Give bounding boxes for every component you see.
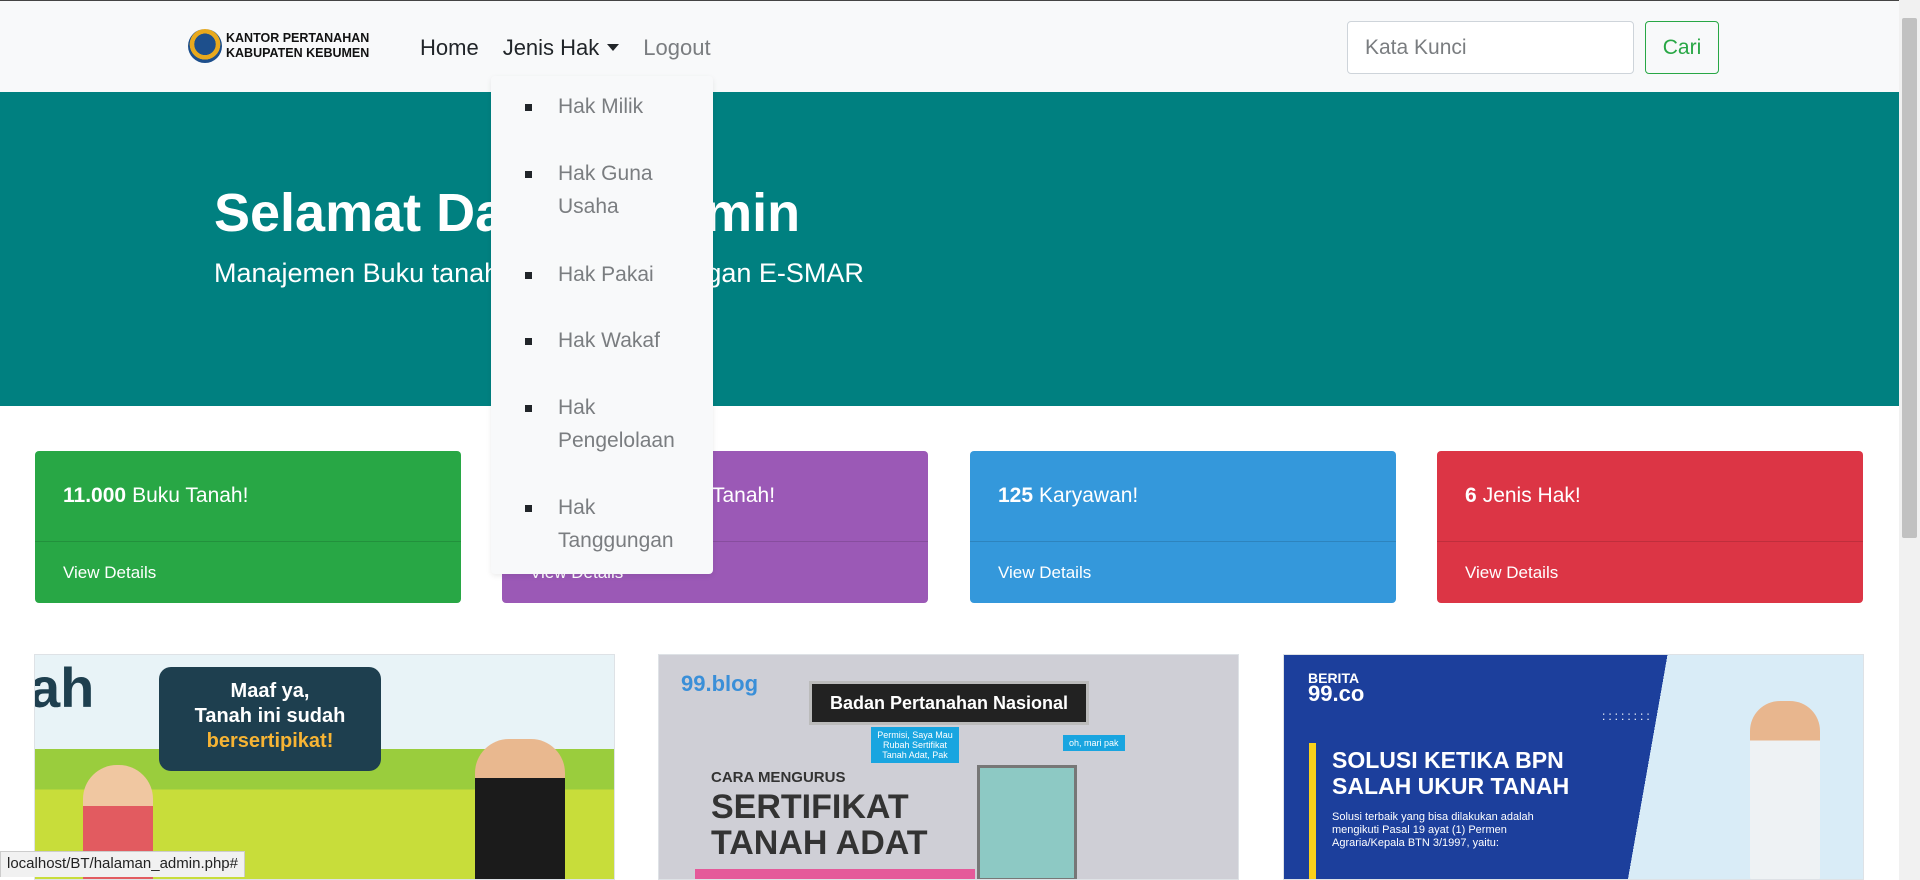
card-body: 6 Jenis Hak! [1437, 451, 1863, 542]
nav-home[interactable]: Home [420, 35, 479, 61]
image-partial-text: ah [34, 656, 95, 719]
image-headline: SOLUSI KETIKA BPN SALAH UKUR TANAH [1332, 747, 1569, 799]
card-label: Buku Tanah! [132, 484, 249, 507]
brand-logo[interactable]: KANTOR PERTANAHAN KABUPATEN KEBUMEN [188, 29, 369, 63]
card-label: Jenis Hak! [1482, 484, 1581, 507]
card-jenis-hak: 6 Jenis Hak! View Details [1437, 451, 1863, 603]
dropdown-item-hak-guna-usaha[interactable]: Hak Guna Usaha [525, 157, 695, 223]
view-details-link[interactable]: View Details [35, 542, 461, 603]
news-image-tanah-adat[interactable]: 99.blog Badan Pertanahan Nasional Permis… [658, 654, 1239, 880]
brand-line-2: KABUPATEN KEBUMEN [226, 46, 370, 60]
dropdown-item-label: Hak Pengelolaan [558, 396, 675, 452]
bubble-line-1: Maaf ya, [230, 680, 310, 702]
headline-line-2: SALAH UKUR TANAH [1332, 773, 1570, 799]
dropdown-item-label: Hak Milik [558, 95, 644, 118]
search-input[interactable] [1347, 21, 1634, 74]
suited-man-illustration [475, 739, 565, 879]
dropdown-item-label: Hak Pakai [558, 263, 654, 286]
speech-tag-1: Permisi, Saya Mau Rubah Sertifikat Tanah… [871, 727, 959, 763]
glass-door-illustration [977, 765, 1077, 879]
hero-banner: Selamat Datang Admin Manajemen Buku tana… [0, 92, 1899, 406]
dropdown-item-label: Hak Wakaf [558, 329, 660, 352]
brand-line-1: KANTOR PERTANAHAN [226, 31, 370, 45]
nav-jenis-hak-label: Jenis Hak [502, 35, 600, 60]
card-label: Karyawan! [1039, 484, 1139, 507]
dropdown-item-hak-pakai[interactable]: Hak Pakai [525, 258, 695, 291]
bpn-sign: Badan Pertanahan Nasional [809, 681, 1089, 725]
nav-logout[interactable]: Logout [643, 35, 710, 61]
nav-links: Home Jenis Hak Logout [420, 35, 735, 61]
view-details-link[interactable]: View Details [1437, 542, 1863, 603]
berita99-logo: BERITA 99.co [1308, 671, 1365, 706]
bubble-line-2: Tanah ini sudah [194, 705, 346, 727]
bpn-emblem-icon [188, 29, 222, 63]
image-heading-small: CARA MENGURUS [711, 769, 846, 786]
nav-jenis-hak-dropdown[interactable]: Jenis Hak [503, 35, 620, 61]
dropdown-item-hak-pengelolaan[interactable]: Hak Pengelolaan [525, 391, 695, 457]
image-body-text: Solusi terbaik yang bisa dilakukan adala… [1332, 811, 1534, 849]
card-karyawan: 125 Karyawan! View Details [970, 451, 1396, 603]
navbar: KANTOR PERTANAHAN KABUPATEN KEBUMEN Home… [0, 0, 1899, 92]
dropdown-item-label: Hak Tanggungan [558, 496, 674, 552]
image-heading-line-2: TANAH ADAT [711, 824, 928, 862]
card-label: Tanah! [712, 484, 776, 507]
caret-down-icon [607, 43, 620, 51]
blog-logo: 99.blog [681, 671, 759, 696]
card-count: 6 [1465, 484, 1477, 507]
dots-decoration: :::::::: [1602, 709, 1653, 723]
vertical-scrollbar[interactable] [1899, 0, 1920, 880]
news-image-salah-ukur[interactable]: BERITA 99.co :::::::: SOLUSI KETIKA BPN … [1283, 654, 1864, 880]
scrollbar-thumb[interactable] [1902, 18, 1917, 538]
dropdown-item-label: Hak Guna Usaha [558, 162, 653, 218]
dropdown-item-hak-milik[interactable]: Hak Milik [525, 90, 695, 123]
card-body: 125 Karyawan! [970, 451, 1396, 542]
speech-bubble: Maaf ya, Tanah ini sudah bersertipikat! [159, 667, 381, 771]
speech-tag-2: oh, mari pak [1063, 735, 1125, 751]
card-buku-tanah: 11.000 Buku Tanah! View Details [35, 451, 461, 603]
yellow-accent-bar [1309, 743, 1316, 879]
image-heading-line-1: SERTIFIKAT [711, 788, 909, 826]
jenis-hak-dropdown-menu: Hak Milik Hak Guna Usaha Hak Pakai Hak W… [491, 76, 713, 574]
card-count: 11.000 [63, 484, 127, 507]
card-body: 11.000 Buku Tanah! [35, 451, 461, 542]
dropdown-item-hak-wakaf[interactable]: Hak Wakaf [525, 324, 695, 357]
brand-text: KANTOR PERTANAHAN KABUPATEN KEBUMEN [226, 31, 369, 61]
image-heading-big: SERTIFIKAT TANAH ADAT [711, 789, 928, 861]
news-image-sertipikat[interactable]: ah Maaf ya, Tanah ini sudah bersertipika… [34, 654, 615, 880]
status-bar-url: localhost/BT/halaman_admin.php# [0, 851, 245, 877]
dropdown-item-hak-tanggungan[interactable]: Hak Tanggungan [525, 491, 695, 557]
search-button[interactable]: Cari [1645, 21, 1719, 74]
view-details-link[interactable]: View Details [970, 542, 1396, 603]
berita99-num: 99.co [1308, 681, 1365, 706]
woman-illustration [1750, 701, 1820, 879]
headline-line-1: SOLUSI KETIKA BPN [1332, 747, 1564, 773]
pink-ribbon [695, 869, 975, 879]
bubble-line-3: bersertipikat! [206, 730, 334, 752]
card-count: 125 [998, 484, 1034, 507]
